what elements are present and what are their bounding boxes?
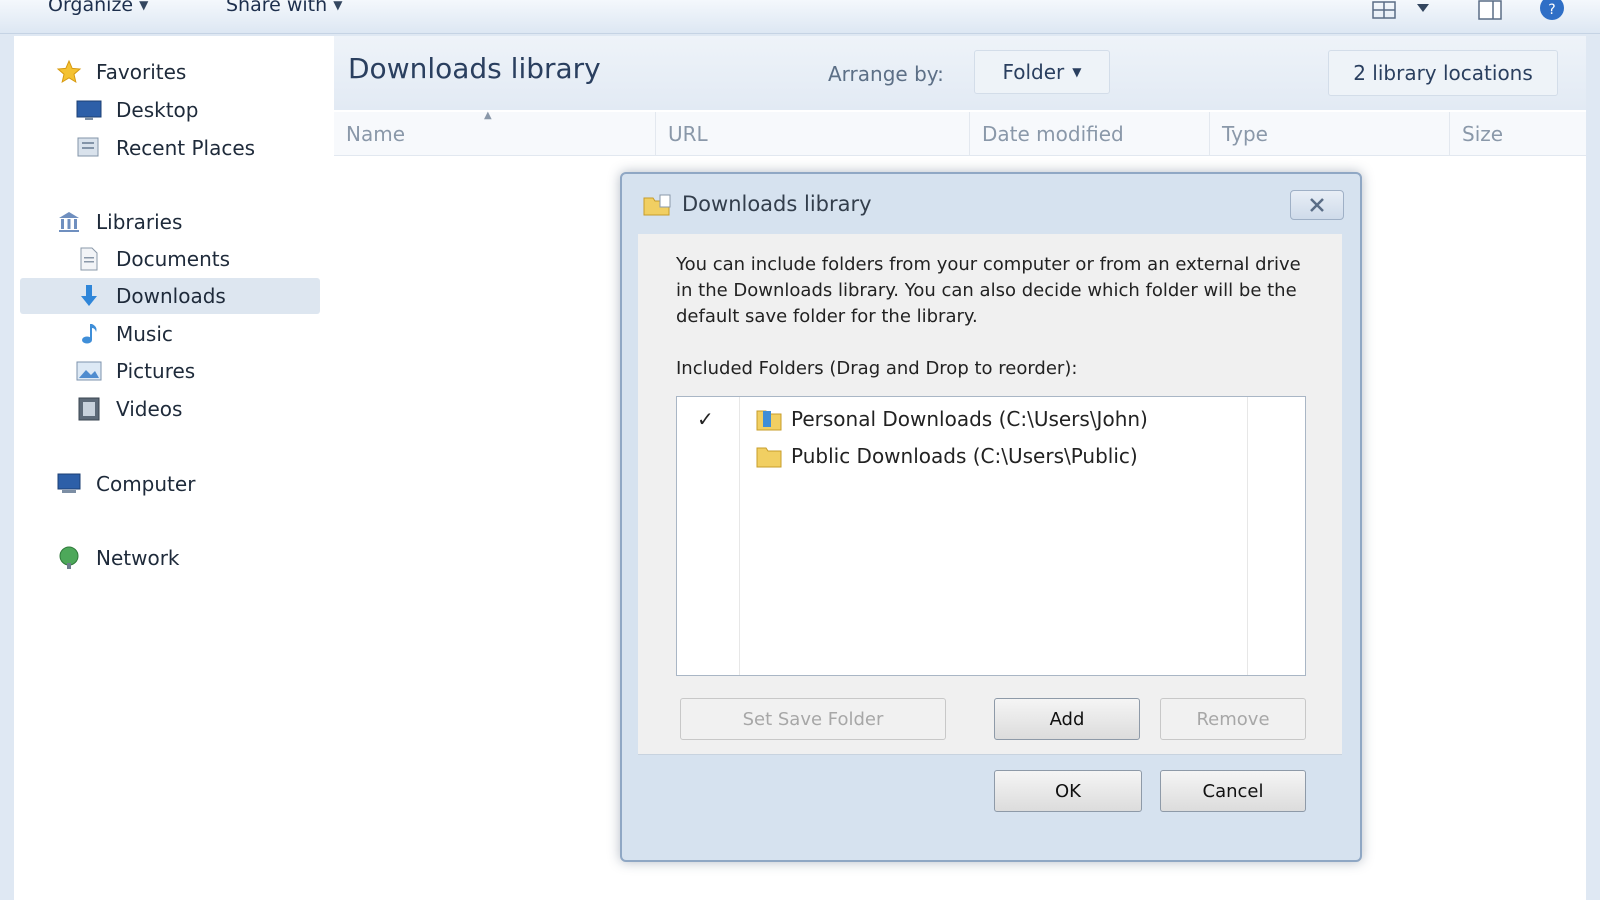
nav-label-libraries: Libraries: [96, 210, 183, 234]
library-locations-button[interactable]: 2 library locations: [1328, 50, 1558, 96]
organize-label: Organize: [48, 0, 134, 16]
nav-item-network[interactable]: Network: [56, 540, 180, 576]
cancel-button[interactable]: Cancel: [1160, 770, 1306, 812]
star-icon: [56, 59, 82, 85]
view-options-icon[interactable]: [1370, 0, 1398, 22]
computer-icon: [56, 471, 82, 497]
share-with-button[interactable]: Share with ▼: [226, 0, 342, 16]
nav-label-network: Network: [96, 546, 180, 570]
set-save-folder-button[interactable]: Set Save Folder: [680, 698, 946, 740]
list-item[interactable]: ✓ Personal Downloads (C:\Users\John): [677, 401, 1305, 437]
libraries-icon: [56, 209, 82, 235]
svg-text:?: ?: [1548, 2, 1555, 18]
preview-pane-icon[interactable]: [1476, 0, 1504, 22]
dialog-description: You can include folders from your comput…: [676, 254, 1301, 327]
nav-item-computer[interactable]: Computer: [56, 466, 195, 502]
column-header-url-label: URL: [668, 122, 708, 146]
music-note-icon: [76, 321, 102, 347]
column-headers: Name ▲ URL Date modified Type Size: [334, 110, 1586, 156]
arrange-by-dropdown[interactable]: Folder ▼: [974, 50, 1110, 94]
dialog-title: Downloads library: [682, 192, 872, 216]
dialog-titlebar[interactable]: Downloads library: [622, 174, 1360, 234]
nav-item-favorites[interactable]: Favorites: [56, 54, 186, 90]
nav-item-documents[interactable]: Documents: [76, 241, 230, 277]
navigation-pane: Favorites Desktop Recent Places Librarie…: [14, 36, 334, 900]
dialog-divider: [638, 754, 1342, 755]
chevron-down-icon: ▼: [1072, 65, 1082, 79]
videos-icon: [76, 396, 102, 422]
dialog-body: You can include folders from your comput…: [638, 234, 1342, 754]
library-locations-dialog: Downloads library You can include folder…: [620, 172, 1362, 862]
column-header-size[interactable]: Size: [1450, 112, 1586, 156]
documents-icon: [76, 246, 102, 272]
page-title: Downloads library: [348, 52, 601, 85]
nav-label-videos: Videos: [116, 397, 183, 421]
arrange-by-value: Folder: [1002, 60, 1065, 84]
nav-item-pictures[interactable]: Pictures: [76, 353, 195, 389]
nav-item-recent-places[interactable]: Recent Places: [76, 130, 255, 166]
share-with-label: Share with: [226, 0, 328, 16]
column-header-type-label: Type: [1222, 122, 1268, 146]
column-header-name-label: Name: [346, 122, 406, 146]
list-item[interactable]: Public Downloads (C:\Users\Public): [677, 438, 1305, 474]
chevron-down-icon: ▼: [333, 0, 343, 12]
desktop-icon: [76, 97, 102, 123]
default-save-check-icon: ✓: [697, 407, 714, 431]
nav-label-recent-places: Recent Places: [116, 136, 256, 160]
command-bar: Organize ▼ Share with ▼ ?: [0, 0, 1600, 34]
close-button[interactable]: [1290, 190, 1344, 220]
included-folders-label: Included Folders (Drag and Drop to reord…: [676, 358, 1078, 379]
nav-label-favorites: Favorites: [96, 60, 187, 84]
nav-label-music: Music: [116, 322, 173, 346]
nav-item-libraries[interactable]: Libraries: [56, 204, 182, 240]
nav-label-computer: Computer: [96, 472, 196, 496]
sort-indicator-icon: ▲: [484, 110, 492, 121]
library-header: Downloads library Arrange by: Folder ▼ 2…: [334, 36, 1586, 110]
nav-item-desktop[interactable]: Desktop: [76, 92, 198, 128]
chevron-down-icon: ▼: [139, 0, 149, 12]
folder-icon: [756, 410, 782, 431]
add-button[interactable]: Add: [994, 698, 1140, 740]
library-locations-label: 2 library locations: [1353, 61, 1533, 85]
nav-label-desktop: Desktop: [116, 98, 199, 122]
column-header-date-modified[interactable]: Date modified: [970, 112, 1210, 156]
folder-name: Public Downloads (C:\Users\Public): [791, 444, 1138, 468]
organize-button[interactable]: Organize ▼: [48, 0, 148, 16]
close-icon: [1310, 198, 1324, 212]
included-folders-list[interactable]: ✓ Personal Downloads (C:\Users\John) Pub…: [676, 396, 1306, 676]
arrange-by-label: Arrange by:: [828, 62, 944, 86]
column-header-type[interactable]: Type: [1210, 112, 1450, 156]
column-header-date-modified-label: Date modified: [982, 122, 1124, 146]
nav-item-videos[interactable]: Videos: [76, 391, 182, 427]
column-header-name[interactable]: Name ▲: [334, 110, 656, 156]
folder-icon: [756, 447, 782, 468]
folder-name: Personal Downloads (C:\Users\John): [791, 407, 1148, 431]
recent-places-icon: [76, 135, 102, 161]
view-dropdown-icon[interactable]: [1414, 0, 1432, 22]
nav-item-music[interactable]: Music: [76, 316, 173, 352]
help-icon[interactable]: ?: [1538, 0, 1566, 22]
nav-label-pictures: Pictures: [116, 359, 196, 383]
nav-label-documents: Documents: [116, 247, 231, 271]
download-arrow-icon: [76, 283, 102, 309]
nav-label-downloads: Downloads: [116, 284, 226, 308]
library-folder-icon: [643, 194, 671, 216]
nav-item-downloads[interactable]: Downloads: [20, 278, 320, 314]
pictures-icon: [76, 358, 102, 384]
ok-button[interactable]: OK: [994, 770, 1142, 812]
remove-button[interactable]: Remove: [1160, 698, 1306, 740]
column-header-size-label: Size: [1462, 122, 1504, 146]
column-header-url[interactable]: URL: [656, 112, 970, 156]
network-icon: [56, 545, 82, 571]
